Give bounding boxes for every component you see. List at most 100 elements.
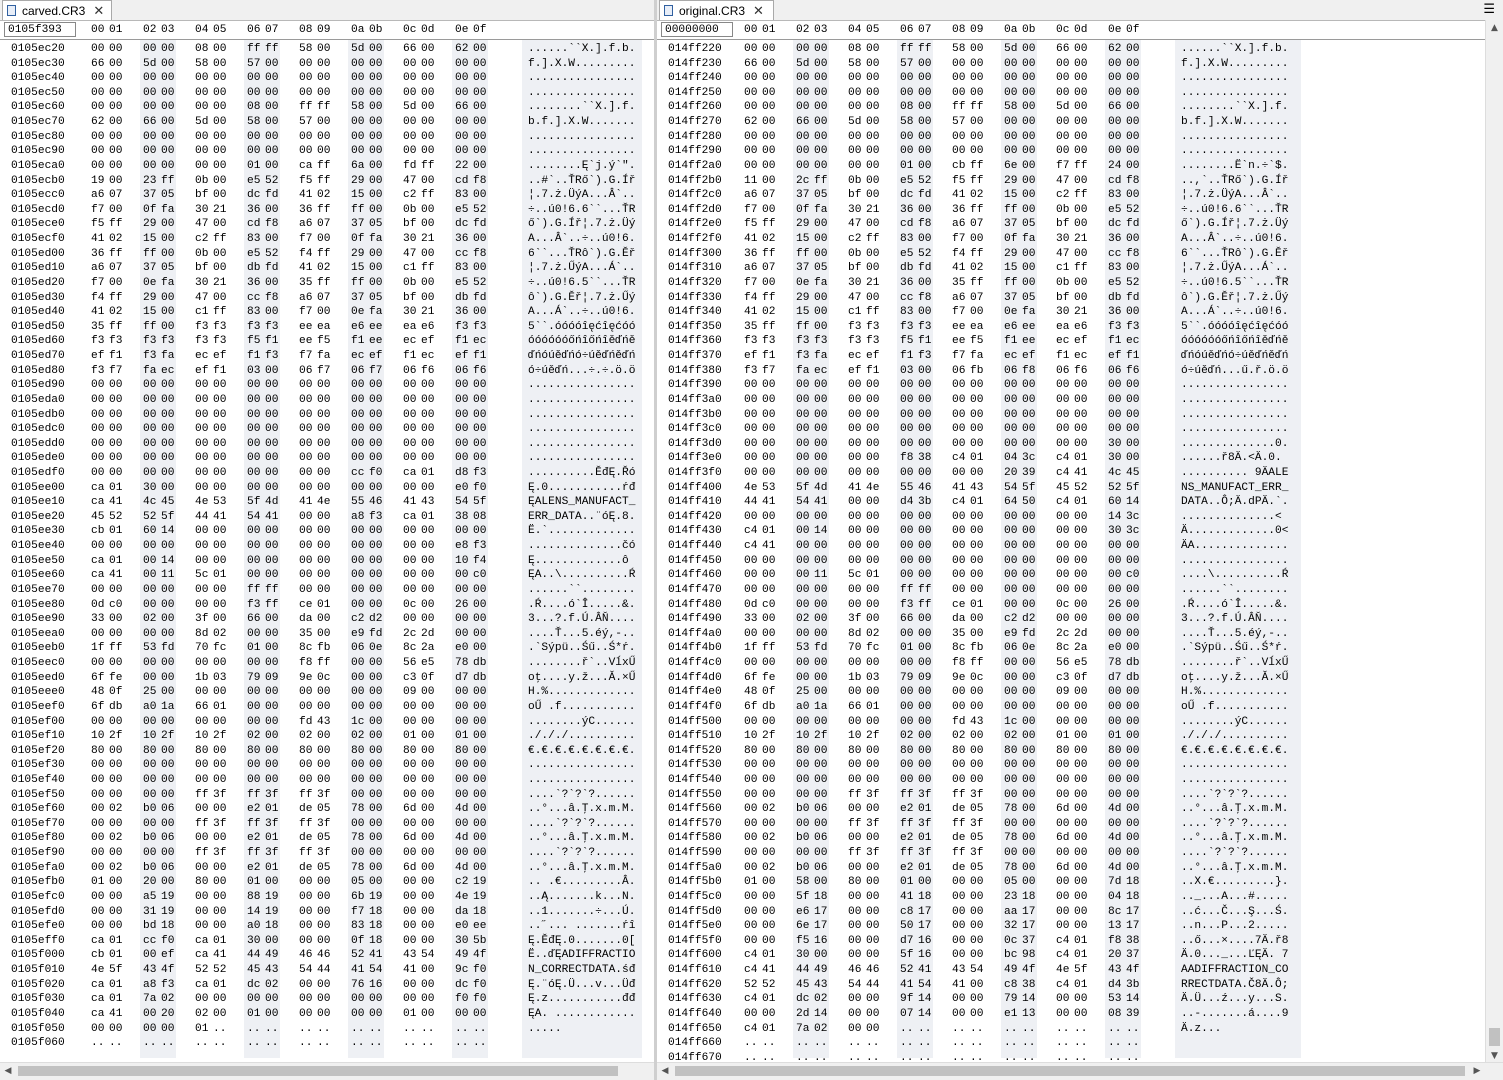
ascii-text[interactable]: 3...?.f.Ú.ÂŇ.... <box>1181 612 1288 627</box>
hex-byte[interactable]: 00 <box>1074 788 1090 803</box>
hex-byte[interactable]: 01 <box>265 802 281 817</box>
hex-byte[interactable]: 36 <box>744 247 760 262</box>
hex-byte[interactable]: 48 <box>744 685 760 700</box>
ascii-text[interactable]: Ä.0..._...ĽĘÄ. 7 <box>1181 948 1288 963</box>
hex-byte[interactable]: 00 <box>403 437 419 452</box>
hex-byte[interactable]: d7 <box>455 671 471 686</box>
hex-byte[interactable]: bf <box>195 188 211 203</box>
hex-byte[interactable]: 47 <box>195 217 211 232</box>
hex-byte[interactable]: 00 <box>317 1007 333 1022</box>
hex-byte[interactable]: 00 <box>369 715 385 730</box>
hex-byte[interactable]: 58 <box>796 875 812 890</box>
hex-byte[interactable]: 00 <box>970 905 986 920</box>
hex-byte[interactable]: 00 <box>900 656 916 671</box>
hex-byte[interactable]: 00 <box>369 846 385 861</box>
hex-byte[interactable]: 00 <box>1108 57 1124 72</box>
hex-byte[interactable]: ff <box>970 276 986 291</box>
hex-byte[interactable]: 00 <box>1056 568 1072 583</box>
hex-byte[interactable]: 00 <box>1074 700 1090 715</box>
hex-byte[interactable]: e5 <box>1074 656 1090 671</box>
hex-byte[interactable]: 00 <box>918 700 934 715</box>
ascii-text[interactable]: ................ <box>528 130 635 145</box>
hex-byte[interactable]: ff <box>796 247 812 262</box>
hex-byte[interactable]: 00 <box>970 1007 986 1022</box>
hex-byte[interactable]: 5f <box>109 963 125 978</box>
hex-byte[interactable]: 00 <box>247 466 263 481</box>
ascii-text[interactable]: ....`?`?`?...... <box>528 788 635 803</box>
hex-byte[interactable]: 5c <box>848 568 864 583</box>
hex-byte[interactable]: 58 <box>351 100 367 115</box>
hex-byte[interactable]: 00 <box>866 217 882 232</box>
hex-byte[interactable]: 36 <box>247 276 263 291</box>
hex-byte[interactable]: 00 <box>369 276 385 291</box>
hex-byte[interactable]: 00 <box>161 408 177 423</box>
hex-byte[interactable]: 00 <box>744 422 760 437</box>
hex-byte[interactable]: 00 <box>265 627 281 642</box>
hex-byte[interactable]: 02 <box>299 729 315 744</box>
hex-byte[interactable]: 00 <box>369 188 385 203</box>
hex-byte[interactable]: 00 <box>299 905 315 920</box>
hex-byte[interactable]: da <box>299 612 315 627</box>
hex-byte[interactable]: 00 <box>1022 831 1038 846</box>
hex-byte[interactable]: 00 <box>918 539 934 554</box>
hex-byte[interactable]: 00 <box>195 802 211 817</box>
hex-byte[interactable]: 30 <box>403 305 419 320</box>
hex-byte[interactable]: ff <box>1074 188 1090 203</box>
hex-byte[interactable]: 00 <box>247 700 263 715</box>
hex-byte[interactable]: 00 <box>1022 144 1038 159</box>
hex-byte[interactable]: 00 <box>369 700 385 715</box>
hex-byte[interactable]: 00 <box>1022 598 1038 613</box>
hex-byte[interactable]: b0 <box>143 802 159 817</box>
hex-byte[interactable]: e2 <box>247 831 263 846</box>
hex-byte[interactable]: 0b <box>848 247 864 262</box>
hex-byte[interactable]: 00 <box>1056 510 1072 525</box>
hex-byte[interactable]: 4d <box>1108 861 1124 876</box>
hex-byte[interactable]: 00 <box>109 57 125 72</box>
hex-byte[interactable]: 54 <box>455 495 471 510</box>
hex-byte[interactable]: b0 <box>143 861 159 876</box>
hex-byte[interactable]: .. <box>952 1022 968 1037</box>
hex-byte[interactable]: 00 <box>369 144 385 159</box>
hex-byte[interactable]: 00 <box>421 773 437 788</box>
hex-byte[interactable]: f3 <box>247 598 263 613</box>
ascii-text[interactable]: ....\..........Ŕ <box>1181 568 1288 583</box>
hex-byte[interactable]: 00 <box>1056 758 1072 773</box>
hex-byte[interactable]: 00 <box>247 71 263 86</box>
hex-byte[interactable]: 00 <box>866 437 882 452</box>
hex-byte[interactable]: 00 <box>351 992 367 1007</box>
ascii-text[interactable]: ERR_DATA..¨óĘ.8. <box>528 510 635 525</box>
hex-byte[interactable]: 05 <box>351 875 367 890</box>
hex-byte[interactable]: 17 <box>1022 905 1038 920</box>
hex-byte[interactable]: 3f <box>317 817 333 832</box>
hex-byte[interactable]: 01 <box>247 641 263 656</box>
hex-byte[interactable]: 00 <box>317 481 333 496</box>
ascii-text[interactable]: ......ř8Ä.<Ä.0. <box>1181 451 1282 466</box>
hex-byte[interactable]: 54 <box>1004 481 1020 496</box>
hex-byte[interactable]: 00 <box>762 583 778 598</box>
hex-byte[interactable]: 5d <box>848 115 864 130</box>
hex-byte[interactable]: c4 <box>952 451 968 466</box>
hex-byte[interactable]: f3 <box>744 334 760 349</box>
hex-byte[interactable]: 00 <box>1126 861 1142 876</box>
hex-byte[interactable]: 00 <box>195 466 211 481</box>
hex-byte[interactable]: 41 <box>952 188 968 203</box>
hex-byte[interactable]: ff <box>866 305 882 320</box>
hex-byte[interactable]: 41 <box>109 568 125 583</box>
hex-byte[interactable]: 44 <box>317 963 333 978</box>
hex-byte[interactable]: ff <box>351 203 367 218</box>
hex-byte[interactable]: 00 <box>143 627 159 642</box>
hex-byte[interactable]: db <box>1126 671 1142 686</box>
hex-byte[interactable]: 00 <box>473 817 489 832</box>
hex-byte[interactable]: 0b <box>195 174 211 189</box>
hex-byte[interactable]: 00 <box>265 57 281 72</box>
hex-byte[interactable]: 00 <box>848 378 864 393</box>
hex-byte[interactable]: 54 <box>848 978 864 993</box>
hex-byte[interactable]: 00 <box>1108 788 1124 803</box>
hex-byte[interactable]: 62 <box>1108 42 1124 57</box>
hex-byte[interactable]: f3 <box>900 598 916 613</box>
hex-byte[interactable]: 66 <box>403 42 419 57</box>
hex-byte[interactable]: 06 <box>403 364 419 379</box>
hex-byte[interactable]: .. <box>796 1036 812 1051</box>
hex-byte[interactable]: 00 <box>421 247 437 262</box>
hex-byte[interactable]: ff <box>970 203 986 218</box>
